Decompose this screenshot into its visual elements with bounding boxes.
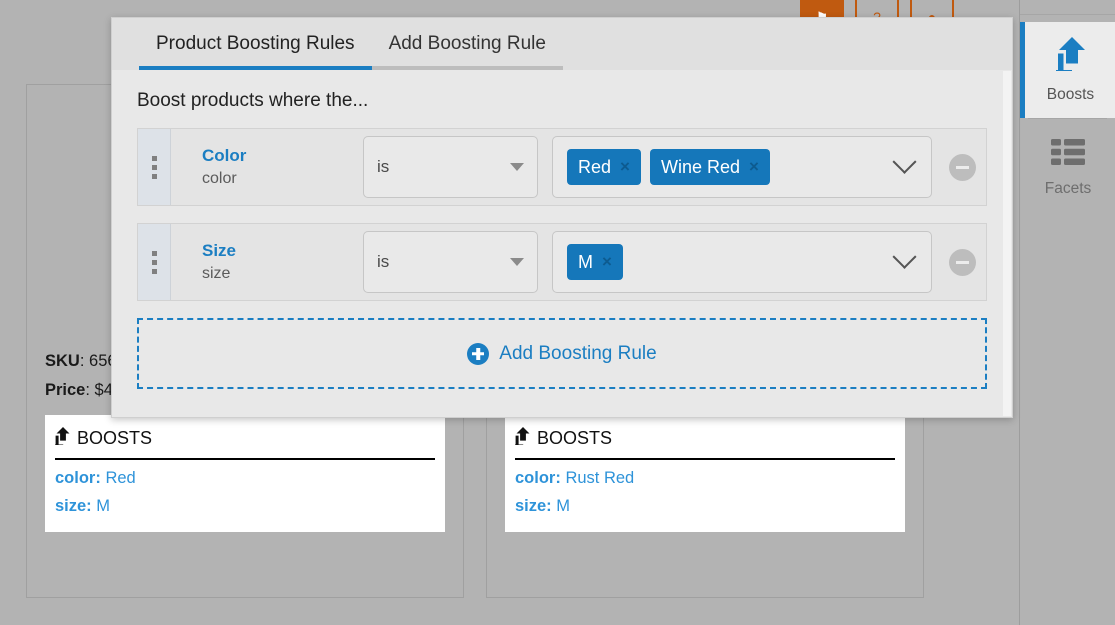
sidebar-item-boosts[interactable]: Boosts [1020,22,1115,118]
drag-dots-icon [152,251,157,274]
boost-attribute: color: Red [55,469,435,488]
drag-handle[interactable] [138,224,171,300]
value-tag-label: Wine Red [661,157,740,178]
minus-circle-icon [956,261,969,264]
boosts-panel-header: BOOSTS [515,427,895,460]
rule-field-name: color [202,168,363,190]
boosts-title-text: BOOSTS [77,428,152,449]
boost-attribute-value: M [96,497,110,515]
boost-attribute: color: Rust Red [515,469,895,488]
value-tag-label: Red [578,157,611,178]
remove-tag-icon[interactable]: × [620,157,630,177]
rule-operator-select[interactable]: is [363,231,538,293]
rule-field[interactable]: Size size [171,240,363,285]
sku-label: SKU [45,352,80,370]
modal-scrollbar[interactable] [1003,71,1011,416]
drag-dots-icon [152,156,157,179]
boost-attribute: size: M [515,497,895,516]
rule-values-select[interactable]: M × [552,231,932,293]
remove-rule-button[interactable] [949,249,976,276]
boost-attribute-value: Rust Red [565,469,634,487]
boosts-panel-header: BOOSTS [55,427,435,460]
boost-arrow-icon [55,427,70,450]
minus-circle-icon [956,166,969,169]
boost-arrow-icon [515,427,530,450]
value-tag[interactable]: Red × [567,149,641,185]
sidebar-item-label: Facets [1045,180,1092,198]
boost-attribute-value: Red [105,469,135,487]
boost-attribute: size: M [55,497,435,516]
rule-operator-value: is [377,252,389,272]
rule-field-label: Size [202,240,363,263]
boost-attribute-value: M [556,497,570,515]
boosting-rule-row: Size size is M × [137,223,987,301]
price-label: Price [45,381,85,399]
remove-tag-icon[interactable]: × [749,157,759,177]
sidebar-divider [1028,118,1107,119]
sidebar-item-facets[interactable]: Facets [1020,120,1115,216]
rail-top-divider [1020,0,1115,15]
facet-grid-icon [1051,139,1085,170]
right-sidebar: Boosts Facets [1019,0,1115,625]
value-tag[interactable]: M × [567,244,623,280]
add-boosting-rule-label: Add Boosting Rule [499,343,656,365]
rule-operator-select[interactable]: is [363,136,538,198]
rule-operator-value: is [377,157,389,177]
boosts-panel: BOOSTS color: Rust Red size: M [505,415,905,532]
boost-attribute-key: size: [515,497,552,515]
remove-tag-icon[interactable]: × [602,252,612,272]
boost-attribute-key: size: [55,497,92,515]
modal-heading: Boost products where the... [137,90,987,112]
modal-tab-bar: Product Boosting Rules Add Boosting Rule [112,18,1012,70]
modal-body: Boost products where the... Color color … [112,70,1012,389]
boosting-rules-modal: Product Boosting Rules Add Boosting Rule… [111,17,1013,418]
plus-circle-icon [467,343,489,365]
caret-down-icon [510,258,524,266]
boost-attribute-key: color: [55,469,101,487]
tab-add-boosting-rule[interactable]: Add Boosting Rule [372,33,563,70]
boosts-panel: BOOSTS color: Red size: M [45,415,445,532]
remove-rule-button[interactable] [949,154,976,181]
rule-field[interactable]: Color color [171,145,363,190]
add-boosting-rule-button[interactable]: Add Boosting Rule [137,318,987,389]
value-tag[interactable]: Wine Red × [650,149,770,185]
rule-field-name: size [202,263,363,285]
sidebar-item-label: Boosts [1047,86,1094,104]
drag-handle[interactable] [138,129,171,205]
chevron-down-icon [892,149,916,173]
chevron-down-icon [892,244,916,268]
boosts-title-text: BOOSTS [537,428,612,449]
boost-attribute-key: color: [515,469,561,487]
rule-field-label: Color [202,145,363,168]
tab-product-boosting-rules[interactable]: Product Boosting Rules [139,33,372,70]
value-tag-label: M [578,252,593,273]
caret-down-icon [510,163,524,171]
rule-values-select[interactable]: Red × Wine Red × [552,136,932,198]
boosting-rule-row: Color color is Red × Wine Red × [137,128,987,206]
boost-arrow-icon [1056,37,1086,76]
